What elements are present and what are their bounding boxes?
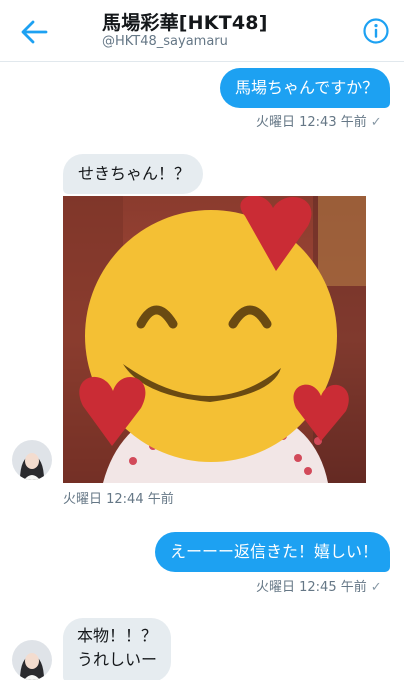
avatar[interactable] [12,440,52,480]
message-timestamp: 火曜日 12:44 午前 [63,492,174,507]
message-text-line: うれしいー [77,650,158,669]
message-text: えーーー返信きた！嬉しい！ [170,542,379,561]
message-timestamp: 火曜日 12:45 午前 [256,580,367,595]
message-bubble-incoming[interactable]: せきちゃん！？ [63,154,203,194]
message-text: せきちゃん！？ [78,164,191,183]
info-icon[interactable] [362,17,390,45]
back-arrow-icon[interactable] [18,18,50,46]
message-text: 馬場ちゃんですか？ [235,78,379,97]
read-check-icon: ✓ [370,115,382,130]
conversation-title[interactable]: 馬場彩華[HKT48] [102,8,268,35]
message-bubble-incoming[interactable]: 本物！！？ うれしいー [63,618,171,680]
message-bubble-outgoing[interactable]: 馬場ちゃんですか？ [220,68,390,108]
message-timestamp: 火曜日 12:43 午前 [256,115,367,130]
conversation-handle: @HKT48_sayamaru [102,34,228,49]
message-photo[interactable] [63,196,366,483]
message-meta: 火曜日 12:43 午前 ✓ [256,111,382,130]
message-bubble-outgoing[interactable]: えーーー返信きた！嬉しい！ [155,532,390,572]
dm-conversation-screen: 馬場彩華[HKT48] @HKT48_sayamaru 馬場ちゃんですか？ 火曜… [0,0,404,680]
message-meta: 火曜日 12:45 午前 ✓ [256,576,382,595]
message-meta: 火曜日 12:44 午前 [63,488,174,507]
read-check-icon: ✓ [370,580,382,595]
avatar[interactable] [12,640,52,680]
photo-image [63,196,366,483]
conversation-header: 馬場彩華[HKT48] @HKT48_sayamaru [0,0,404,62]
message-text-line: 本物！！？ [77,626,158,645]
